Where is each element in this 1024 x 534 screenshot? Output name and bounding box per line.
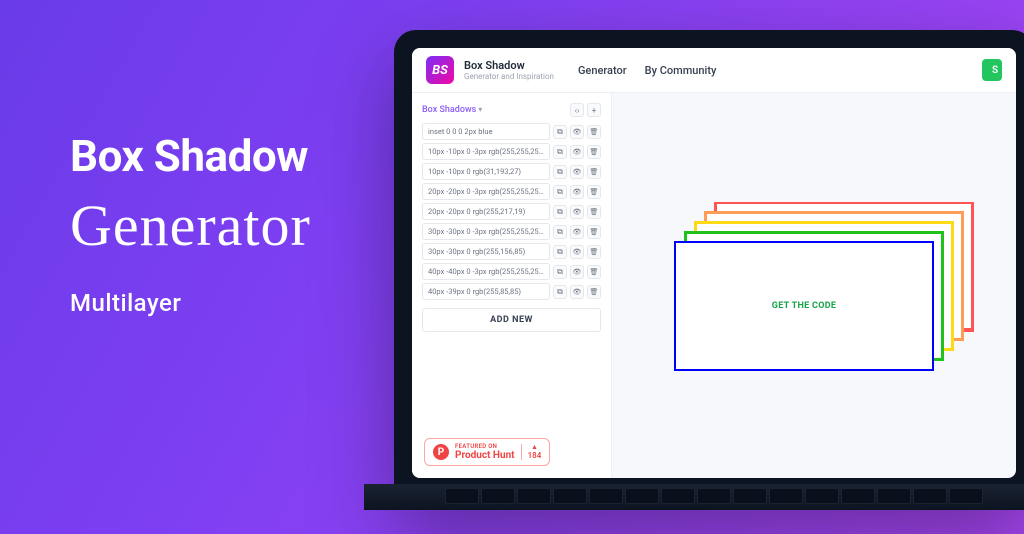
copy-icon[interactable]: ⧉ — [553, 165, 567, 179]
laptop-base — [364, 484, 1024, 510]
eye-icon[interactable]: 👁 — [570, 165, 584, 179]
shadow-list: inset 0 0 0 2px blue⧉👁🗑10px -10px 0 -3px… — [422, 123, 601, 300]
eye-icon[interactable]: 👁 — [570, 145, 584, 159]
pager-button[interactable]: ‹› — [570, 103, 584, 117]
preview-area: GET THE CODE — [612, 93, 1016, 478]
brand-text: Box Shadow Generator and Inspiration — [464, 59, 554, 81]
shadow-value-input[interactable]: 10px -10px 0 rgb(31,193,27) — [422, 163, 550, 180]
hero-text: Box Shadow Generator Multilayer — [70, 130, 311, 317]
shadow-row: 40px -40px 0 -3px rgb(255,255,255)⧉👁🗑 — [422, 263, 601, 280]
eye-icon[interactable]: 👁 — [570, 225, 584, 239]
eye-icon[interactable]: 👁 — [570, 265, 584, 279]
shadow-value-input[interactable]: 10px -10px 0 -3px rgb(255,255,255) — [422, 143, 550, 160]
shadow-row: 30px -30px 0 -3px rgb(255,255,255)⧉👁🗑 — [422, 223, 601, 240]
get-code-button[interactable]: GET THE CODE — [772, 301, 836, 311]
copy-icon[interactable]: ⧉ — [553, 285, 567, 299]
copy-icon[interactable]: ⧉ — [553, 225, 567, 239]
product-hunt-text: FEATURED ON Product Hunt — [455, 443, 515, 461]
trash-icon[interactable]: 🗑 — [587, 245, 601, 259]
copy-icon[interactable]: ⧉ — [553, 125, 567, 139]
brand-title: Box Shadow — [464, 59, 554, 72]
trash-icon[interactable]: 🗑 — [587, 165, 601, 179]
trash-icon[interactable]: 🗑 — [587, 265, 601, 279]
eye-icon[interactable]: 👁 — [570, 185, 584, 199]
eye-icon[interactable]: 👁 — [570, 245, 584, 259]
shadow-row: 40px -39px 0 rgb(255,85,85)⧉👁🗑 — [422, 283, 601, 300]
copy-icon[interactable]: ⧉ — [553, 205, 567, 219]
shadow-value-input[interactable]: 30px -30px 0 -3px rgb(255,255,255) — [422, 223, 550, 240]
add-new-button[interactable]: ADD NEW — [422, 308, 601, 332]
nav-generator[interactable]: Generator — [578, 64, 627, 77]
eye-icon[interactable]: 👁 — [570, 205, 584, 219]
eye-icon[interactable]: 👁 — [570, 125, 584, 139]
ph-vote-count: 184 — [528, 451, 542, 460]
product-hunt-badge[interactable]: P FEATURED ON Product Hunt ▲ 184 — [424, 438, 550, 466]
app-logo: BS — [426, 56, 454, 84]
trash-icon[interactable]: 🗑 — [587, 225, 601, 239]
shadow-row: 20px -20px 0 -3px rgb(255,255,255)⧉👁🗑 — [422, 183, 601, 200]
share-button[interactable]: S — [982, 59, 1002, 81]
brand-subtitle: Generator and Inspiration — [464, 72, 554, 81]
shadow-row: 20px -20px 0 rgb(255,217,19)⧉👁🗑 — [422, 203, 601, 220]
shadow-value-input[interactable]: 20px -20px 0 -3px rgb(255,255,255) — [422, 183, 550, 200]
ph-featured-label: FEATURED ON — [455, 443, 515, 450]
copy-icon[interactable]: ⧉ — [553, 245, 567, 259]
shadow-value-input[interactable]: 40px -39px 0 rgb(255,85,85) — [422, 283, 550, 300]
preview-card: GET THE CODE — [674, 241, 934, 371]
topbar: BS Box Shadow Generator and Inspiration … — [412, 48, 1016, 93]
nav-community[interactable]: By Community — [645, 64, 717, 77]
trash-icon[interactable]: 🗑 — [587, 185, 601, 199]
nav-links: Generator By Community — [578, 64, 716, 77]
product-hunt-icon: P — [433, 444, 449, 460]
trash-icon[interactable]: 🗑 — [587, 145, 601, 159]
copy-icon[interactable]: ⧉ — [553, 265, 567, 279]
copy-icon[interactable]: ⧉ — [553, 145, 567, 159]
sidebar-nav-buttons: ‹› + — [570, 103, 601, 117]
chevron-right-icon: › — [577, 106, 579, 115]
laptop-frame: BS Box Shadow Generator and Inspiration … — [394, 30, 1024, 510]
ph-vote: ▲ 184 — [521, 444, 542, 460]
shadow-value-input[interactable]: inset 0 0 0 2px blue — [422, 123, 550, 140]
shadow-value-input[interactable]: 20px -20px 0 rgb(255,217,19) — [422, 203, 550, 220]
upvote-icon: ▲ — [531, 444, 538, 451]
shadow-row: 30px -30px 0 rgb(255,156,85)⧉👁🗑 — [422, 243, 601, 260]
sidebar: Box Shadows ‹› + inset 0 0 0 2px blue⧉👁🗑… — [412, 93, 612, 478]
sidebar-header: Box Shadows ‹› + — [422, 103, 601, 117]
app-screen: BS Box Shadow Generator and Inspiration … — [412, 48, 1016, 478]
trash-icon[interactable]: 🗑 — [587, 205, 601, 219]
shadow-row: inset 0 0 0 2px blue⧉👁🗑 — [422, 123, 601, 140]
eye-icon[interactable]: 👁 — [570, 285, 584, 299]
shadow-value-input[interactable]: 40px -40px 0 -3px rgb(255,255,255) — [422, 263, 550, 280]
ph-name: Product Hunt — [455, 450, 515, 461]
shadow-value-input[interactable]: 30px -30px 0 rgb(255,156,85) — [422, 243, 550, 260]
add-shadow-button[interactable]: + — [587, 103, 601, 117]
hero-title: Box Shadow — [70, 130, 311, 182]
trash-icon[interactable]: 🗑 — [587, 285, 601, 299]
hero-subtitle: Multilayer — [70, 289, 311, 317]
shadow-row: 10px -10px 0 rgb(31,193,27)⧉👁🗑 — [422, 163, 601, 180]
copy-icon[interactable]: ⧉ — [553, 185, 567, 199]
keyboard — [364, 484, 1024, 510]
shadow-row: 10px -10px 0 -3px rgb(255,255,255)⧉👁🗑 — [422, 143, 601, 160]
sidebar-dropdown[interactable]: Box Shadows — [422, 105, 482, 115]
content-area: Box Shadows ‹› + inset 0 0 0 2px blue⧉👁🗑… — [412, 93, 1016, 478]
hero-script: Generator — [70, 192, 311, 259]
trash-icon[interactable]: 🗑 — [587, 125, 601, 139]
